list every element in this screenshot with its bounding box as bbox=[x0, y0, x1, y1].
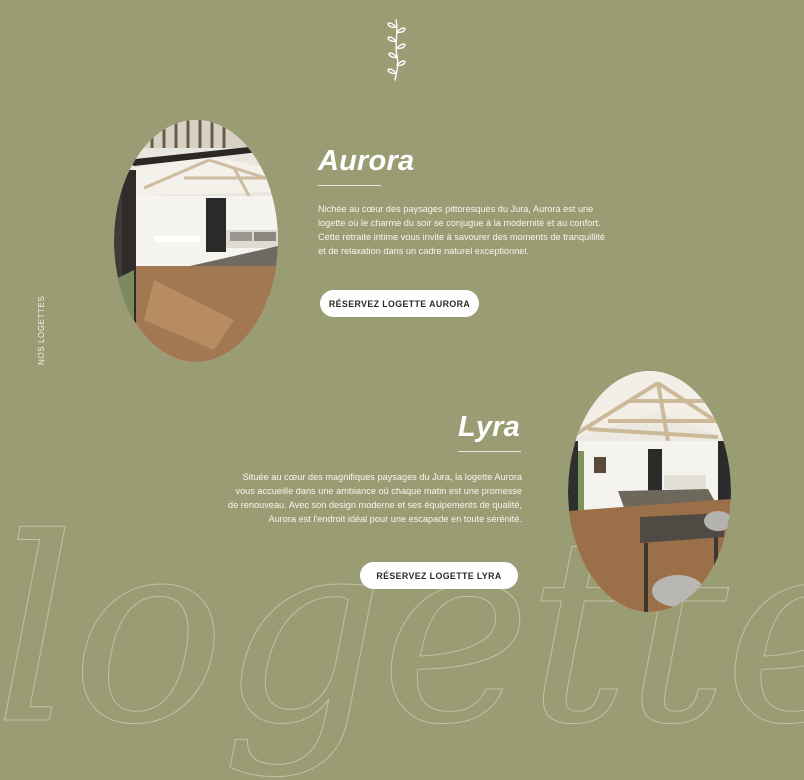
lyra-title-divider bbox=[458, 451, 521, 452]
reserve-lyra-button[interactable]: RÉSERVEZ LOGETTE LYRA bbox=[360, 562, 518, 589]
aurora-photo bbox=[114, 120, 278, 362]
aurora-description: Nichée au cœur des paysages pittoresques… bbox=[318, 204, 605, 256]
lyra-description: Située au cœur des magnifiques paysages … bbox=[227, 472, 522, 524]
reserve-aurora-button[interactable]: RÉSERVEZ LOGETTE AURORA bbox=[320, 290, 479, 317]
lyra-photo bbox=[568, 371, 731, 612]
aurora-title-divider bbox=[318, 185, 381, 186]
lyra-title: Lyra bbox=[457, 411, 520, 443]
logettes-section: logettes NOS LOGETTES bbox=[0, 0, 804, 780]
aurora-title: Aurora bbox=[318, 145, 415, 177]
sprig-icon bbox=[387, 19, 406, 81]
section-vertical-label: NOS LOGETTES bbox=[37, 295, 46, 365]
